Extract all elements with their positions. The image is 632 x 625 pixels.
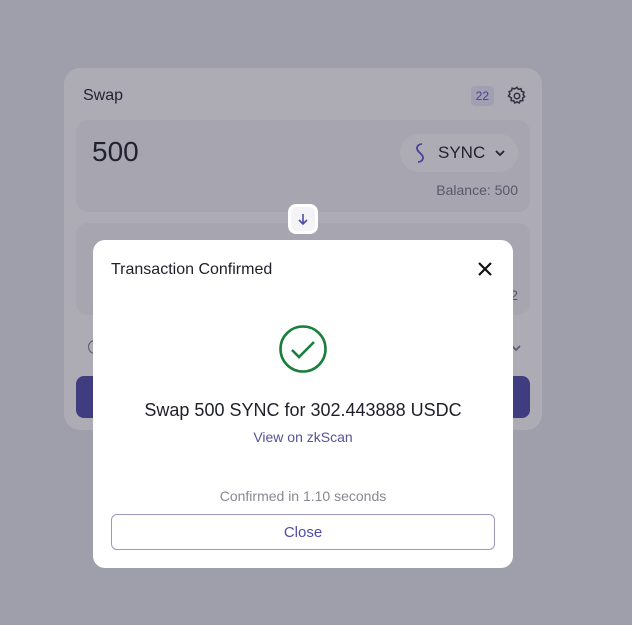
view-on-zkscan-link[interactable]: View on zkScan [253, 429, 352, 445]
arrow-down-icon [298, 214, 308, 226]
close-icon[interactable] [475, 259, 495, 279]
modal-title: Transaction Confirmed [111, 261, 273, 278]
transaction-confirmed-modal: Transaction Confirmed Swap 500 SYNC for … [93, 240, 513, 568]
swap-summary: Swap 500 SYNC for 302.443888 USDC [144, 400, 462, 420]
close-button[interactable]: Close [111, 514, 495, 550]
zkscan-link-container: View on zkScan [93, 429, 513, 445]
switch-direction-button[interactable] [288, 204, 318, 234]
check-circle-icon [279, 325, 327, 373]
confirmation-time: Confirmed in 1.10 seconds [219, 488, 387, 504]
